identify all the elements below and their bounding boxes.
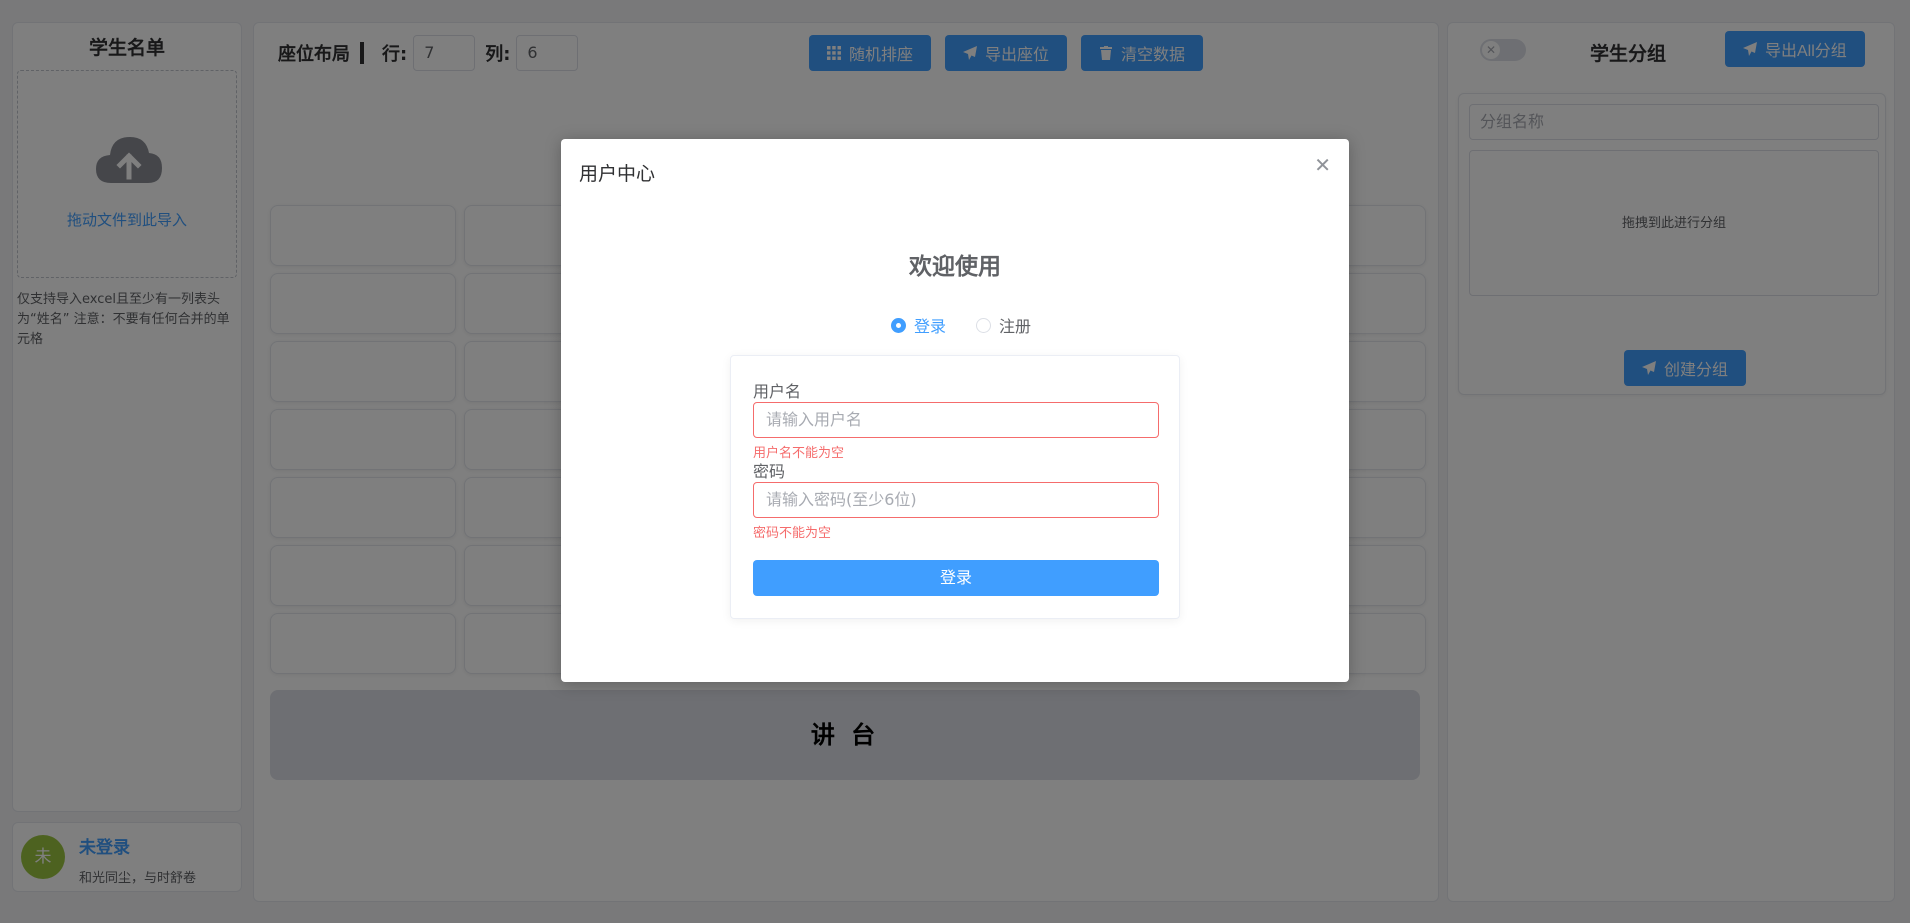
radio-checked-icon: [891, 317, 906, 333]
auth-mode-radio-group: 登录 注册: [891, 313, 1031, 337]
close-icon[interactable]: ✕: [1314, 153, 1331, 177]
login-radio-label: 登录: [914, 317, 947, 336]
register-radio-label: 注册: [999, 317, 1032, 336]
password-label: 密码: [753, 462, 786, 481]
login-form: 用户名 请输入用户名 用户名不能为空 密码 请输入密码(至少6位) 密码不能为空…: [730, 355, 1180, 619]
login-submit-button[interactable]: 登录: [753, 560, 1159, 596]
login-radio[interactable]: 登录: [891, 313, 946, 337]
user-center-dialog: 用户中心 ✕ 欢迎使用 登录 注册 用户名 请输入用户名 用户名不能为空 密码 …: [561, 139, 1349, 682]
username-input[interactable]: 请输入用户名: [753, 402, 1159, 438]
register-radio[interactable]: 注册: [976, 313, 1031, 337]
dialog-title: 用户中心: [579, 163, 656, 185]
welcome-heading: 欢迎使用: [909, 254, 1001, 280]
password-input[interactable]: 请输入密码(至少6位): [753, 482, 1159, 518]
radio-unchecked-icon: [976, 317, 992, 333]
username-label: 用户名: [753, 382, 802, 401]
password-error: 密码不能为空: [753, 526, 832, 541]
